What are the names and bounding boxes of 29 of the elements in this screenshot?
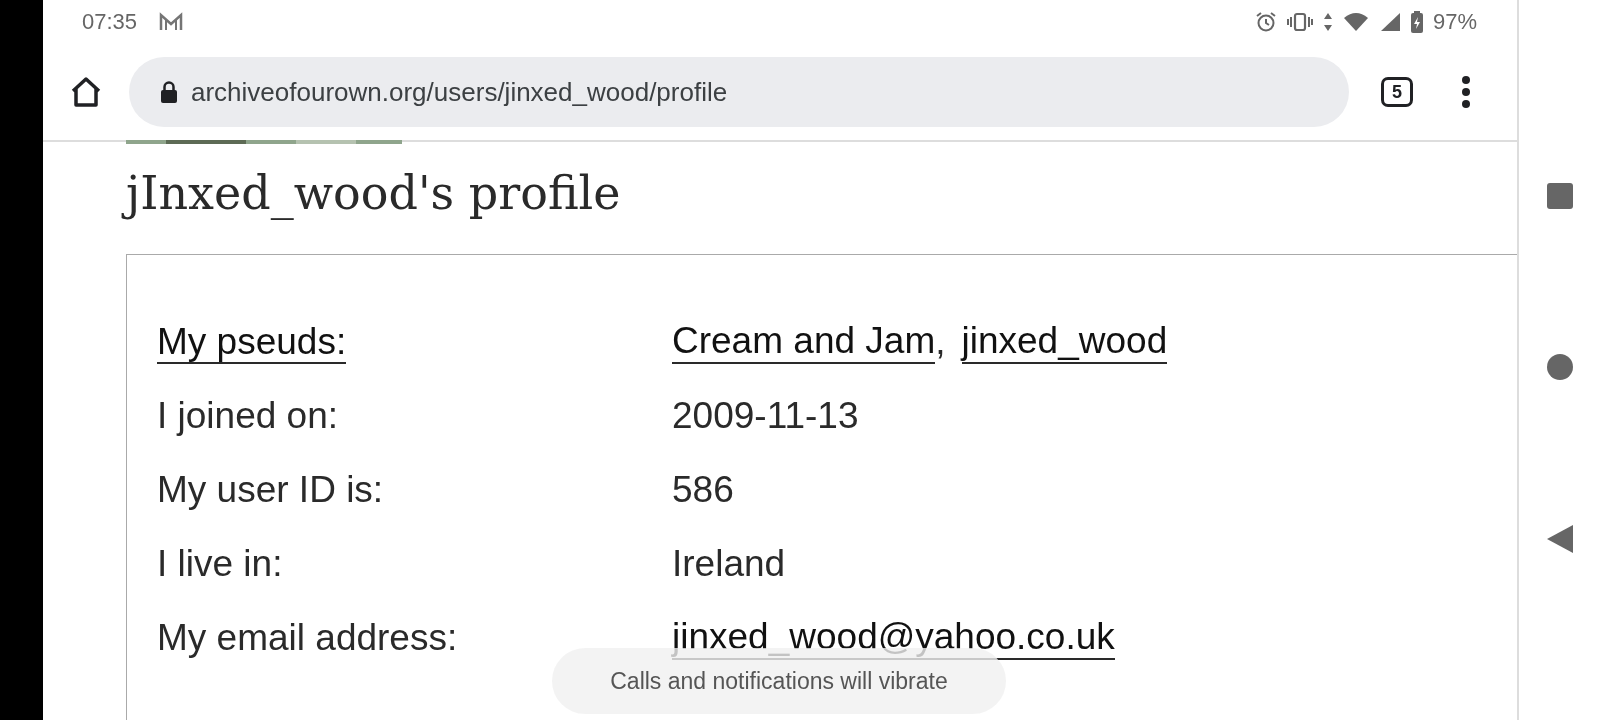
battery-icon <box>1410 11 1423 33</box>
field-value: Ireland <box>672 543 786 586</box>
back-icon[interactable] <box>1546 524 1573 553</box>
field-label: I live in: <box>157 543 283 585</box>
pseuds-link[interactable]: My pseuds: <box>157 320 347 364</box>
home-button-icon[interactable] <box>1546 353 1573 380</box>
lock-icon <box>161 81 177 103</box>
data-arrows-icon <box>1322 12 1333 32</box>
menu-icon[interactable] <box>1461 76 1471 108</box>
mail-icon <box>159 12 184 32</box>
tab-count-button[interactable]: 5 <box>1381 77 1413 107</box>
field-value: , <box>935 321 946 364</box>
status-time: 07:35 <box>82 9 138 35</box>
alarm-icon <box>1254 11 1277 33</box>
address-bar[interactable]: archiveofourown.org/users/jinxed_wood/profile <box>129 57 1349 127</box>
field-label: My user ID is: <box>157 469 384 511</box>
field-value: 586 <box>672 469 734 512</box>
wifi-icon <box>1342 12 1369 32</box>
value-link[interactable]: jinxed_wood <box>961 319 1168 365</box>
home-icon[interactable] <box>69 76 103 108</box>
field-value: 2009-11-13 <box>672 395 859 438</box>
vibrate-icon <box>1286 12 1313 32</box>
vibrate-toast: Calls and notifications will vibrate <box>552 648 1006 714</box>
page-heading: jInxed_wood's profile <box>120 160 627 227</box>
field-label: My email address: <box>157 617 458 659</box>
value-link[interactable]: Cream and Jam <box>672 319 936 365</box>
recents-icon[interactable] <box>1546 182 1573 209</box>
battery-percent: 97% <box>1432 9 1477 35</box>
field-label: I joined on: <box>157 395 339 437</box>
